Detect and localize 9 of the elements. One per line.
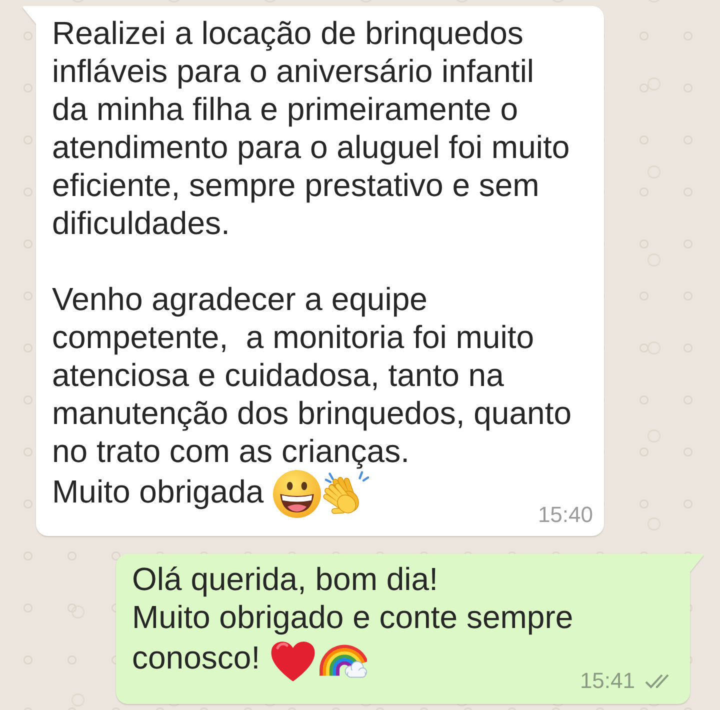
message-text: Olá querida, bom dia! — [132, 561, 438, 597]
grinning-face-icon — [272, 470, 321, 518]
message-text: Muito obrigada — [52, 473, 264, 510]
timestamp: 15:40 — [538, 502, 593, 528]
message-text: Muito obrigado e conte sempre — [132, 599, 574, 635]
message-text: Venho agradecer a equipe competente, a monitoria foi muito atenciosa e cuidadosa, tanto na manutenção dos brinquedos, quanto no trato com as crianças. — [52, 281, 572, 469]
timestamp: 15:41 — [580, 668, 635, 694]
message-text: conosco! — [132, 639, 260, 676]
message-text: Realizei a locação de brinquedos infláveis para o aniversário infantil da minha filha e primeiramente o atendimento para o aluguel foi muito eficiente, sempre prestativo e sem dificuldades. — [52, 15, 571, 241]
